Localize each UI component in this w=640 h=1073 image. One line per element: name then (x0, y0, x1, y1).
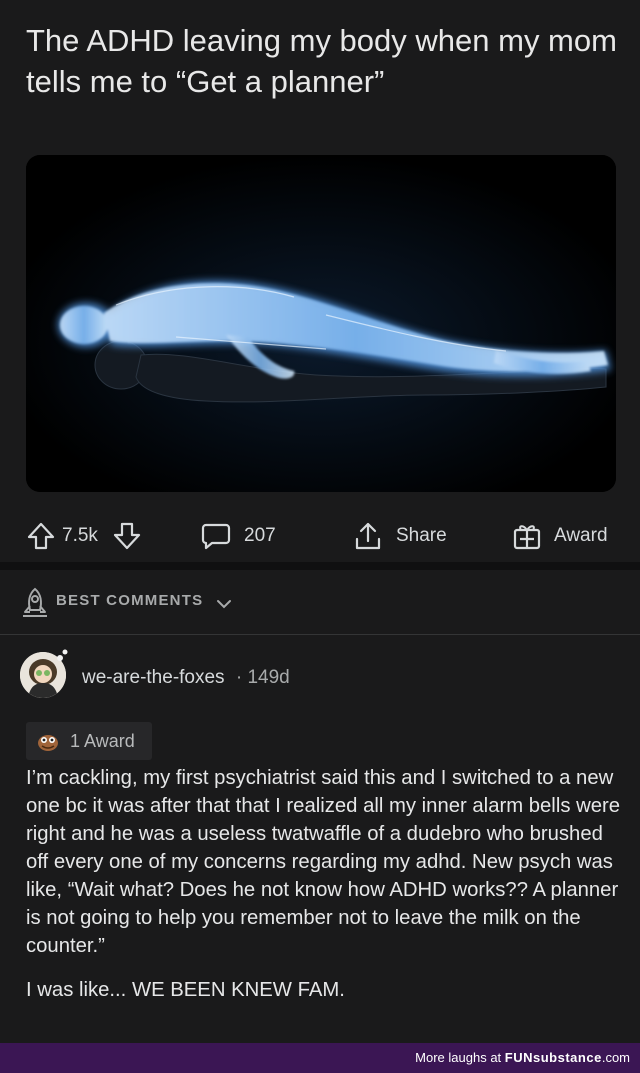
share-button[interactable]: Share (352, 512, 447, 560)
award-count: 1 Award (70, 731, 135, 751)
comment-bubble-icon (201, 523, 231, 550)
section-divider (0, 562, 640, 570)
post-title: The ADHD leaving my body when my mom tel… (26, 23, 617, 99)
rocket-icon (23, 587, 47, 617)
comment-count: 207 (244, 525, 276, 546)
watermark-text: More laughs at FUNsubstance.com (415, 1050, 630, 1065)
online-bubble-icon (57, 649, 68, 661)
downvote-icon (113, 522, 141, 550)
upvote-icon (27, 522, 55, 550)
award-label: Award (554, 525, 608, 546)
watermark-prefix: More laughs at (415, 1050, 502, 1065)
comment-paragraph: I was like... WE BEEN KNEW FAM. (26, 979, 345, 1001)
comment-body: I’m cackling, my first psychiatrist said… (26, 764, 626, 1020)
watermark-suffix: .com (601, 1050, 630, 1065)
award-emoji-icon (38, 735, 58, 751)
award-button[interactable]: Award (512, 512, 608, 560)
share-icon (355, 522, 381, 550)
post-image[interactable] (26, 155, 616, 492)
comment-age: · 149d (235, 667, 290, 688)
vote-count: 7.5k (62, 525, 98, 546)
comment-sort-selector[interactable]: BEST COMMENTS (0, 572, 640, 635)
comment-paragraph: I’m cackling, my first psychiatrist said… (26, 767, 621, 957)
watermark-brand: FUNsubstance (504, 1050, 602, 1065)
downvote-button[interactable] (112, 512, 142, 560)
glowing-body-illustration (26, 155, 616, 492)
share-label: Share (396, 525, 447, 546)
username[interactable]: we-are-the-foxes (82, 667, 225, 688)
watermark-footer: More laughs at FUNsubstance.com (0, 1043, 640, 1073)
sort-label: BEST COMMENTS (56, 592, 204, 609)
comments-button[interactable]: 207 (200, 512, 276, 560)
upvote-button[interactable] (26, 512, 56, 560)
post-action-bar: 7.5k 207 Share Award (0, 512, 640, 560)
chevron-down-icon (217, 600, 231, 609)
award-badge[interactable]: 1 Award (26, 722, 152, 760)
comment-author[interactable]: we-are-the-foxes · 149d (82, 667, 290, 689)
gift-icon (513, 525, 541, 550)
